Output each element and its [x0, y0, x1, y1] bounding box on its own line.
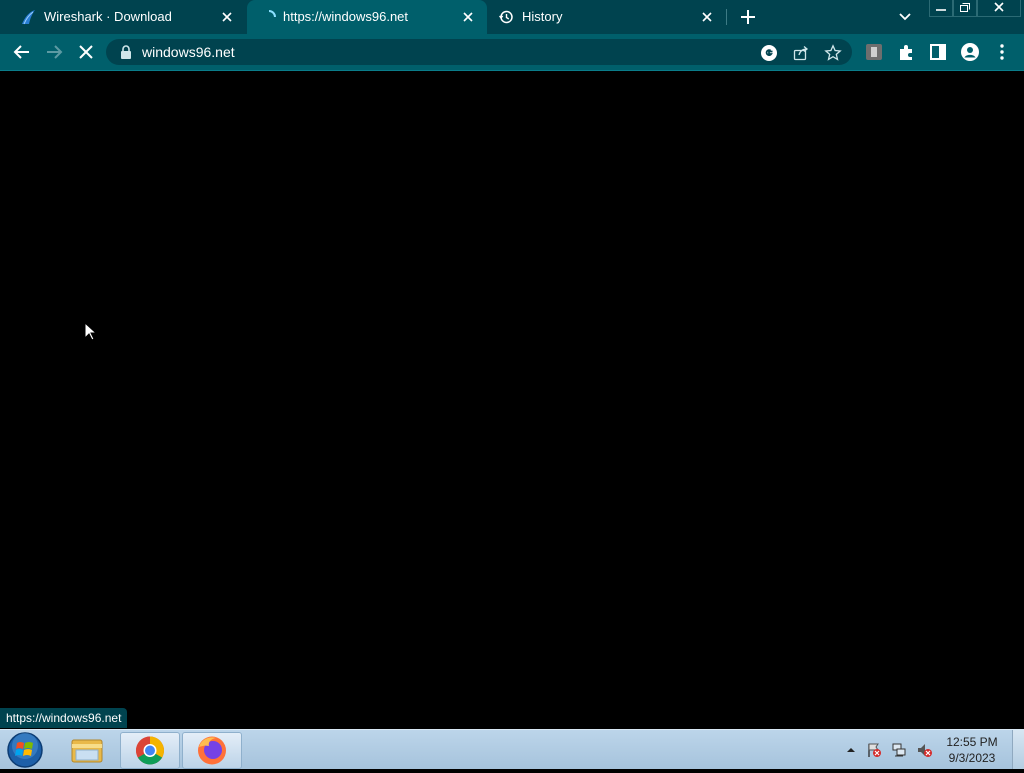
loading-spinner-icon [268, 10, 276, 18]
bookmark-star-icon[interactable] [824, 44, 842, 62]
link-status-bubble: https://windows96.net [0, 708, 128, 728]
tab-title: Wireshark · Download [44, 9, 172, 24]
tab-strip: Wireshark · Download https://windows96.n… [0, 0, 1024, 34]
file-explorer-icon [71, 739, 103, 763]
tab-separator [726, 9, 727, 25]
tab-search-chevron-icon[interactable] [896, 9, 914, 25]
network-icon[interactable] [891, 742, 907, 758]
minimize-button[interactable] [929, 0, 953, 17]
back-arrow-icon[interactable] [12, 42, 32, 62]
firefox-icon [198, 736, 226, 765]
tab-title: https://windows96.net [283, 9, 409, 24]
new-tab-plus-icon[interactable] [738, 7, 758, 27]
mouse-cursor-icon [84, 322, 98, 341]
history-icon [499, 10, 513, 24]
restore-button[interactable] [953, 0, 977, 17]
share-icon[interactable] [792, 44, 810, 62]
system-clock[interactable]: 12:55 PM 9/3/2023 [940, 734, 1004, 766]
close-icon[interactable] [700, 10, 714, 24]
show-hidden-icons-arrow-icon[interactable] [845, 744, 857, 756]
clock-date: 9/3/2023 [948, 751, 996, 765]
chrome-icon [136, 736, 164, 765]
tab-windows96[interactable]: https://windows96.net [247, 0, 487, 34]
tab-history[interactable]: History [488, 0, 726, 34]
url-text: windows96.net [142, 44, 235, 60]
google-lens-icon[interactable] [760, 44, 778, 62]
start-orb-icon[interactable] [6, 731, 44, 769]
wireshark-fin-icon [22, 10, 35, 25]
close-icon[interactable] [220, 10, 234, 24]
stop-loading-icon[interactable] [76, 42, 96, 62]
address-bar[interactable]: windows96.net [106, 39, 852, 65]
lock-icon[interactable] [120, 45, 132, 59]
action-center-flag-icon[interactable] [866, 742, 882, 758]
show-desktop-button[interactable] [1012, 730, 1024, 769]
extensions-puzzle-icon[interactable] [896, 42, 916, 62]
close-window-button[interactable] [977, 0, 1021, 17]
kebab-menu-icon[interactable] [992, 42, 1012, 62]
forward-arrow-icon[interactable] [44, 42, 64, 62]
minimize-icon [936, 9, 946, 11]
taskbar: 12:55 PM 9/3/2023 [0, 729, 1024, 769]
taskbar-firefox[interactable] [182, 732, 242, 769]
tab-title: History [522, 9, 563, 24]
profile-avatar-icon[interactable] [960, 42, 980, 62]
volume-muted-icon[interactable] [916, 742, 932, 758]
extension-icon[interactable] [864, 42, 884, 62]
close-window-icon [994, 2, 1004, 12]
side-panel-icon[interactable] [928, 42, 948, 62]
tab-wireshark[interactable]: Wireshark · Download [0, 0, 246, 34]
restore-icon [960, 3, 970, 12]
page-viewport[interactable] [0, 71, 1024, 729]
clock-time: 12:55 PM [946, 735, 998, 749]
taskbar-chrome[interactable] [120, 732, 180, 769]
taskbar-file-explorer[interactable] [58, 732, 116, 767]
close-icon[interactable] [461, 10, 475, 24]
browser-toolbar: windows96.net [0, 34, 1024, 71]
